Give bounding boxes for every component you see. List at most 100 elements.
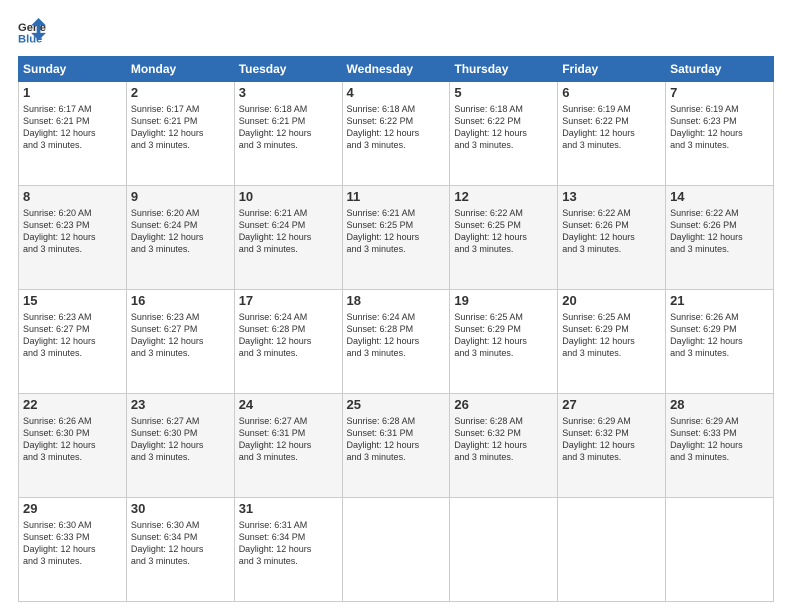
header: General Blue <box>18 18 774 46</box>
day-number: 18 <box>347 293 446 310</box>
day-number: 2 <box>131 85 230 102</box>
day-info: Sunrise: 6:19 AM Sunset: 6:23 PM Dayligh… <box>670 103 769 152</box>
calendar-cell: 26 Sunrise: 6:28 AM Sunset: 6:32 PM Dayl… <box>450 394 558 498</box>
day-info: Sunrise: 6:17 AM Sunset: 6:21 PM Dayligh… <box>23 103 122 152</box>
day-info: Sunrise: 6:18 AM Sunset: 6:21 PM Dayligh… <box>239 103 338 152</box>
calendar-cell: 13 Sunrise: 6:22 AM Sunset: 6:26 PM Dayl… <box>558 186 666 290</box>
calendar-cell: 3 Sunrise: 6:18 AM Sunset: 6:21 PM Dayli… <box>234 82 342 186</box>
calendar-cell: 16 Sunrise: 6:23 AM Sunset: 6:27 PM Dayl… <box>126 290 234 394</box>
calendar-cell: 17 Sunrise: 6:24 AM Sunset: 6:28 PM Dayl… <box>234 290 342 394</box>
day-number: 26 <box>454 397 553 414</box>
calendar-week-row: 15 Sunrise: 6:23 AM Sunset: 6:27 PM Dayl… <box>19 290 774 394</box>
day-info: Sunrise: 6:27 AM Sunset: 6:30 PM Dayligh… <box>131 415 230 464</box>
day-number: 1 <box>23 85 122 102</box>
calendar-cell: 23 Sunrise: 6:27 AM Sunset: 6:30 PM Dayl… <box>126 394 234 498</box>
day-number: 22 <box>23 397 122 414</box>
calendar-cell: 15 Sunrise: 6:23 AM Sunset: 6:27 PM Dayl… <box>19 290 127 394</box>
day-number: 24 <box>239 397 338 414</box>
day-number: 27 <box>562 397 661 414</box>
day-info: Sunrise: 6:26 AM Sunset: 6:29 PM Dayligh… <box>670 311 769 360</box>
calendar-cell: 28 Sunrise: 6:29 AM Sunset: 6:33 PM Dayl… <box>666 394 774 498</box>
calendar-week-row: 22 Sunrise: 6:26 AM Sunset: 6:30 PM Dayl… <box>19 394 774 498</box>
day-of-week-header: Sunday <box>19 57 127 82</box>
calendar-cell: 22 Sunrise: 6:26 AM Sunset: 6:30 PM Dayl… <box>19 394 127 498</box>
logo-icon: General Blue <box>18 18 46 46</box>
day-info: Sunrise: 6:29 AM Sunset: 6:32 PM Dayligh… <box>562 415 661 464</box>
day-info: Sunrise: 6:20 AM Sunset: 6:24 PM Dayligh… <box>131 207 230 256</box>
calendar-cell <box>450 498 558 602</box>
day-of-week-header: Thursday <box>450 57 558 82</box>
calendar-cell <box>666 498 774 602</box>
day-of-week-header: Monday <box>126 57 234 82</box>
day-info: Sunrise: 6:21 AM Sunset: 6:24 PM Dayligh… <box>239 207 338 256</box>
day-info: Sunrise: 6:24 AM Sunset: 6:28 PM Dayligh… <box>347 311 446 360</box>
day-info: Sunrise: 6:28 AM Sunset: 6:32 PM Dayligh… <box>454 415 553 464</box>
day-number: 23 <box>131 397 230 414</box>
calendar-header-row: SundayMondayTuesdayWednesdayThursdayFrid… <box>19 57 774 82</box>
calendar-cell: 4 Sunrise: 6:18 AM Sunset: 6:22 PM Dayli… <box>342 82 450 186</box>
calendar-table: SundayMondayTuesdayWednesdayThursdayFrid… <box>18 56 774 602</box>
day-info: Sunrise: 6:21 AM Sunset: 6:25 PM Dayligh… <box>347 207 446 256</box>
day-of-week-header: Wednesday <box>342 57 450 82</box>
calendar-cell: 11 Sunrise: 6:21 AM Sunset: 6:25 PM Dayl… <box>342 186 450 290</box>
day-number: 11 <box>347 189 446 206</box>
day-info: Sunrise: 6:27 AM Sunset: 6:31 PM Dayligh… <box>239 415 338 464</box>
day-info: Sunrise: 6:23 AM Sunset: 6:27 PM Dayligh… <box>131 311 230 360</box>
day-info: Sunrise: 6:24 AM Sunset: 6:28 PM Dayligh… <box>239 311 338 360</box>
day-number: 7 <box>670 85 769 102</box>
calendar-cell: 18 Sunrise: 6:24 AM Sunset: 6:28 PM Dayl… <box>342 290 450 394</box>
calendar-cell: 19 Sunrise: 6:25 AM Sunset: 6:29 PM Dayl… <box>450 290 558 394</box>
day-info: Sunrise: 6:17 AM Sunset: 6:21 PM Dayligh… <box>131 103 230 152</box>
day-number: 5 <box>454 85 553 102</box>
calendar-cell: 7 Sunrise: 6:19 AM Sunset: 6:23 PM Dayli… <box>666 82 774 186</box>
day-info: Sunrise: 6:22 AM Sunset: 6:26 PM Dayligh… <box>562 207 661 256</box>
calendar-week-row: 8 Sunrise: 6:20 AM Sunset: 6:23 PM Dayli… <box>19 186 774 290</box>
day-info: Sunrise: 6:25 AM Sunset: 6:29 PM Dayligh… <box>562 311 661 360</box>
day-number: 3 <box>239 85 338 102</box>
day-number: 9 <box>131 189 230 206</box>
day-number: 4 <box>347 85 446 102</box>
calendar-cell: 21 Sunrise: 6:26 AM Sunset: 6:29 PM Dayl… <box>666 290 774 394</box>
day-number: 14 <box>670 189 769 206</box>
day-of-week-header: Tuesday <box>234 57 342 82</box>
day-number: 29 <box>23 501 122 518</box>
calendar-cell: 12 Sunrise: 6:22 AM Sunset: 6:25 PM Dayl… <box>450 186 558 290</box>
day-number: 13 <box>562 189 661 206</box>
calendar-cell: 6 Sunrise: 6:19 AM Sunset: 6:22 PM Dayli… <box>558 82 666 186</box>
day-info: Sunrise: 6:30 AM Sunset: 6:34 PM Dayligh… <box>131 519 230 568</box>
day-info: Sunrise: 6:29 AM Sunset: 6:33 PM Dayligh… <box>670 415 769 464</box>
day-info: Sunrise: 6:30 AM Sunset: 6:33 PM Dayligh… <box>23 519 122 568</box>
day-number: 10 <box>239 189 338 206</box>
calendar-week-row: 1 Sunrise: 6:17 AM Sunset: 6:21 PM Dayli… <box>19 82 774 186</box>
calendar-cell: 5 Sunrise: 6:18 AM Sunset: 6:22 PM Dayli… <box>450 82 558 186</box>
page: General Blue SundayMondayTuesdayWednesda… <box>0 0 792 612</box>
calendar-cell: 2 Sunrise: 6:17 AM Sunset: 6:21 PM Dayli… <box>126 82 234 186</box>
calendar-cell: 14 Sunrise: 6:22 AM Sunset: 6:26 PM Dayl… <box>666 186 774 290</box>
day-info: Sunrise: 6:22 AM Sunset: 6:26 PM Dayligh… <box>670 207 769 256</box>
calendar-cell <box>342 498 450 602</box>
day-number: 6 <box>562 85 661 102</box>
calendar-cell: 25 Sunrise: 6:28 AM Sunset: 6:31 PM Dayl… <box>342 394 450 498</box>
calendar-cell: 29 Sunrise: 6:30 AM Sunset: 6:33 PM Dayl… <box>19 498 127 602</box>
calendar-cell: 20 Sunrise: 6:25 AM Sunset: 6:29 PM Dayl… <box>558 290 666 394</box>
calendar-cell: 31 Sunrise: 6:31 AM Sunset: 6:34 PM Dayl… <box>234 498 342 602</box>
day-info: Sunrise: 6:23 AM Sunset: 6:27 PM Dayligh… <box>23 311 122 360</box>
calendar-cell: 10 Sunrise: 6:21 AM Sunset: 6:24 PM Dayl… <box>234 186 342 290</box>
calendar-cell: 1 Sunrise: 6:17 AM Sunset: 6:21 PM Dayli… <box>19 82 127 186</box>
calendar-cell: 27 Sunrise: 6:29 AM Sunset: 6:32 PM Dayl… <box>558 394 666 498</box>
day-number: 8 <box>23 189 122 206</box>
logo: General Blue <box>18 18 50 46</box>
day-info: Sunrise: 6:26 AM Sunset: 6:30 PM Dayligh… <box>23 415 122 464</box>
day-number: 20 <box>562 293 661 310</box>
calendar-cell <box>558 498 666 602</box>
day-number: 28 <box>670 397 769 414</box>
day-number: 12 <box>454 189 553 206</box>
calendar-cell: 8 Sunrise: 6:20 AM Sunset: 6:23 PM Dayli… <box>19 186 127 290</box>
day-number: 30 <box>131 501 230 518</box>
day-info: Sunrise: 6:18 AM Sunset: 6:22 PM Dayligh… <box>347 103 446 152</box>
day-number: 25 <box>347 397 446 414</box>
day-info: Sunrise: 6:20 AM Sunset: 6:23 PM Dayligh… <box>23 207 122 256</box>
day-number: 15 <box>23 293 122 310</box>
calendar-cell: 9 Sunrise: 6:20 AM Sunset: 6:24 PM Dayli… <box>126 186 234 290</box>
day-number: 17 <box>239 293 338 310</box>
